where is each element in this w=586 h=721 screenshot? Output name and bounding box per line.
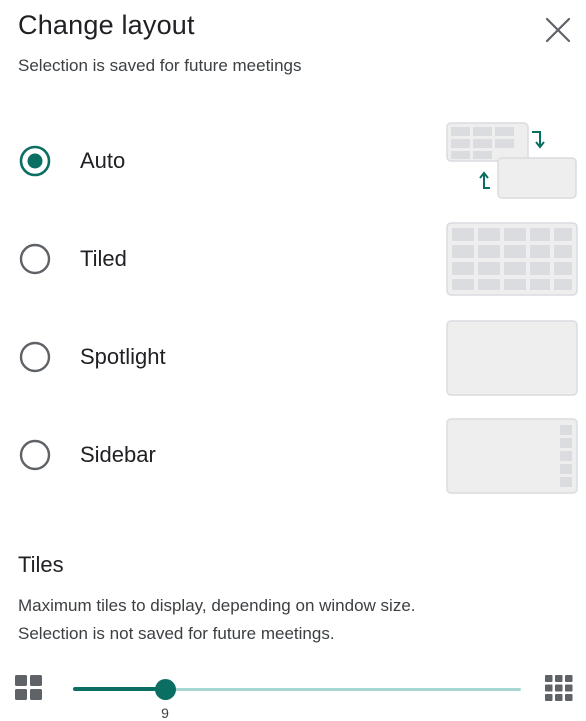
slider-value-label: 9: [161, 705, 169, 721]
layout-label-tiled: Tiled: [80, 246, 127, 271]
tiles-description-line1: Maximum tiles to display, depending on w…: [18, 596, 416, 615]
auto-layout-thumbnail: [446, 122, 578, 205]
tiles-description-line2: Selection is not saved for future meetin…: [18, 624, 335, 643]
tiles-description: Maximum tiles to display, depending on w…: [18, 592, 583, 648]
slider-thumb[interactable]: [155, 679, 176, 700]
grid-large-icon: [544, 673, 574, 708]
sidebar-layout-thumbnail: [446, 418, 578, 499]
layout-option-sidebar[interactable]: Sidebar: [0, 416, 586, 502]
layout-option-spotlight[interactable]: Spotlight: [0, 318, 586, 404]
close-button[interactable]: [542, 14, 574, 46]
tiled-layout-thumbnail: [446, 222, 578, 301]
dialog-subtitle: Selection is saved for future meetings: [18, 56, 302, 75]
tiles-slider[interactable]: 9: [0, 660, 586, 721]
slider-track-active: [73, 687, 166, 691]
spotlight-layout-thumbnail: [446, 320, 578, 401]
dialog-title: Change layout: [18, 10, 195, 40]
tiles-title: Tiles: [18, 552, 64, 577]
layout-option-auto[interactable]: Auto: [0, 122, 586, 208]
slider-track-inactive: [164, 688, 521, 691]
layout-option-tiled[interactable]: Tiled: [0, 220, 586, 306]
radio-auto[interactable]: [18, 144, 52, 178]
layout-label-spotlight: Spotlight: [80, 344, 166, 369]
grid-small-icon: [14, 673, 44, 708]
radio-spotlight[interactable]: [18, 340, 52, 374]
close-icon: [542, 14, 574, 46]
radio-tiled[interactable]: [18, 242, 52, 276]
layout-label-auto: Auto: [80, 148, 126, 173]
layout-label-sidebar: Sidebar: [80, 442, 156, 467]
radio-sidebar[interactable]: [18, 438, 52, 472]
